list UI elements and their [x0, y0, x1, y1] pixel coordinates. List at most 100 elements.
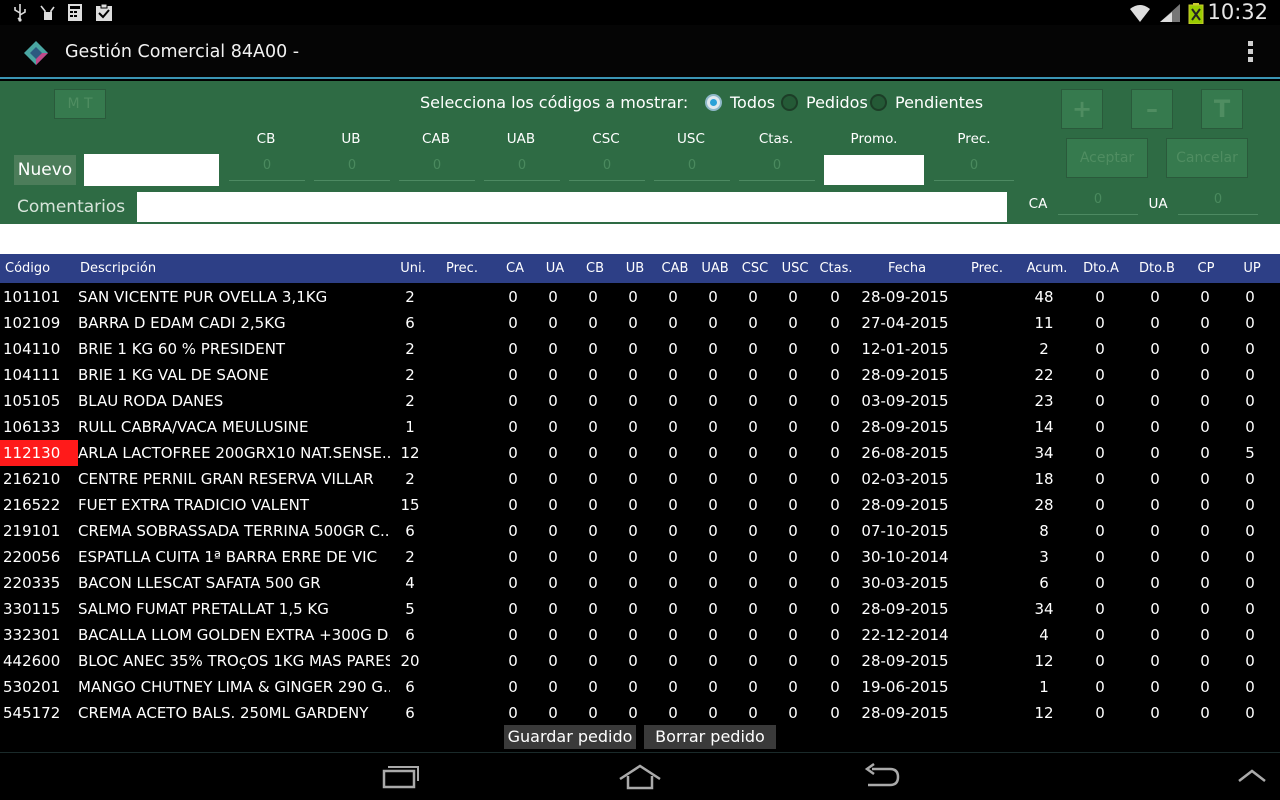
cell-up: 5 — [1245, 444, 1255, 462]
borrar-pedido-button[interactable]: Borrar pedido — [644, 725, 776, 749]
products-table[interactable]: 101101 SAN VICENTE PUR OVELLA 3,1KG 2 0 0 0 0 0… — [0, 284, 1280, 721]
aceptar-button[interactable]: Aceptar — [1066, 138, 1148, 178]
cell-usc: 0 — [788, 678, 798, 696]
table-row[interactable]: 545172 CREMA ACETO BALS. 250ML GARDENY 6 0 0… — [0, 700, 1280, 721]
cell-ua: 0 — [548, 314, 558, 332]
cell-dtob: 0 — [1150, 314, 1160, 332]
column-header[interactable]: Fecha — [870, 254, 944, 283]
cell-desc: CENTRE PERNIL GRAN RESERVA VILLAR — [78, 470, 374, 488]
field-ua-input[interactable]: 0 — [1178, 185, 1258, 215]
column-header[interactable]: UP — [1236, 254, 1268, 283]
cell-cab: 0 — [668, 678, 678, 696]
cell-cab: 0 — [668, 704, 678, 721]
cell-acum: 22 — [1034, 366, 1054, 384]
cell-cp: 0 — [1200, 444, 1210, 462]
column-header[interactable]: USC — [778, 254, 812, 283]
cell-up: 0 — [1245, 288, 1255, 306]
column-header[interactable]: Prec. — [965, 254, 1009, 283]
column-header[interactable]: Ctas. — [816, 254, 856, 283]
radio-todos[interactable]: Todos — [705, 93, 775, 112]
column-header[interactable]: CP — [1190, 254, 1222, 283]
guardar-pedido-button[interactable]: Guardar pedido — [504, 725, 636, 749]
field-cab-input[interactable]: 0 — [399, 151, 475, 181]
cell-dtoa: 0 — [1095, 392, 1105, 410]
mt-button[interactable]: M T — [54, 89, 106, 119]
field-ctas-input[interactable]: 0 — [739, 151, 815, 181]
cell-dtob: 0 — [1150, 340, 1160, 358]
column-header[interactable]: CB — [580, 254, 610, 283]
cell-dtob: 0 — [1150, 704, 1160, 721]
column-header[interactable]: Dto.B — [1134, 254, 1180, 283]
code-input[interactable] — [84, 154, 219, 186]
field-csc-input[interactable]: 0 — [569, 151, 645, 181]
table-row[interactable]: 216210 CENTRE PERNIL GRAN RESERVA VILLAR 2… — [0, 466, 1280, 492]
table-row[interactable]: 220056 ESPATLLA CUITA 1ª BARRA ERRE DE VI… — [0, 544, 1280, 570]
cell-cb: 0 — [588, 678, 598, 696]
chevron-up-icon[interactable] — [1236, 763, 1268, 787]
t-button[interactable]: T — [1201, 89, 1243, 129]
column-header[interactable]: Descripción — [80, 254, 380, 283]
radio-pedidos[interactable]: Pedidos — [781, 93, 868, 112]
table-row[interactable]: 106133 RULL CABRA/VACA MEULUSINE 1 0 0 0 0 0 0 0 0… — [0, 414, 1280, 440]
field-uab-input[interactable]: 0 — [484, 151, 560, 181]
column-header[interactable]: UAB — [698, 254, 732, 283]
cell-ua: 0 — [548, 444, 558, 462]
cell-cab: 0 — [668, 522, 678, 540]
cell-up: 0 — [1245, 314, 1255, 332]
cell-uab: 0 — [708, 704, 718, 721]
table-row[interactable]: 442600 BLOC ANEC 35% TROçOS 1KG MAS PARES… — [0, 648, 1280, 674]
table-row[interactable]: 112130 ARLA LACTOFREE 200GRX10 NAT.SENSE.… — [0, 440, 1280, 466]
table-row[interactable]: 216522 FUET EXTRA TRADICIO VALENT 15 0 0 0 0 0 0… — [0, 492, 1280, 518]
plus-button[interactable]: + — [1061, 89, 1103, 129]
cell-cp: 0 — [1200, 574, 1210, 592]
comentarios-input[interactable] — [137, 192, 1007, 222]
cell-codigo: 530201 — [3, 678, 61, 696]
field-uab-label: UAB — [506, 131, 536, 147]
column-header[interactable]: Prec. — [440, 254, 484, 283]
field-ub-input[interactable]: 0 — [314, 151, 390, 181]
column-header[interactable]: CSC — [738, 254, 772, 283]
column-header[interactable]: UA — [540, 254, 570, 283]
home-icon[interactable] — [617, 763, 663, 791]
cell-usc: 0 — [788, 366, 798, 384]
column-header[interactable]: Código — [5, 254, 75, 283]
cell-codigo: 332301 — [3, 626, 61, 644]
cell-ua: 0 — [548, 678, 558, 696]
cell-ub: 0 — [628, 288, 638, 306]
nuevo-button[interactable]: Nuevo — [14, 155, 76, 185]
table-row[interactable]: 105105 BLAU RODA DANES 2 0 0 0 0 0 0 0 0 0 03-09-201… — [0, 388, 1280, 414]
minus-button[interactable]: – — [1131, 89, 1173, 129]
column-header[interactable]: UB — [620, 254, 650, 283]
table-row[interactable]: 330115 SALMO FUMAT PRETALLAT 1,5 KG 5 0 0 0 0 0… — [0, 596, 1280, 622]
column-header[interactable]: Acum. — [1022, 254, 1072, 283]
back-icon[interactable] — [860, 763, 902, 791]
table-row[interactable]: 530201 MANGO CHUTNEY LIMA & GINGER 290 G.… — [0, 674, 1280, 700]
table-row[interactable]: 332301 BACALLA LLOM GOLDEN EXTRA +300G D.… — [0, 622, 1280, 648]
column-header[interactable]: Dto.A — [1080, 254, 1122, 283]
table-row[interactable]: 102109 BARRA D EDAM CADI 2,5KG 6 0 0 0 0 0 0 0 0 0 2… — [0, 310, 1280, 336]
cell-acum: 2 — [1039, 340, 1049, 358]
table-row[interactable]: 220335 BACON LLESCAT SAFATA 500 GR 4 0 0 0 0 0 0… — [0, 570, 1280, 596]
cell-codigo: 104110 — [3, 340, 61, 358]
column-header[interactable]: CA — [500, 254, 530, 283]
field-prec-input[interactable]: 0 — [934, 151, 1014, 181]
field-promo-input[interactable] — [824, 155, 924, 185]
table-row[interactable]: 104110 BRIE 1 KG 60 % PRESIDENT 2 0 0 0 0 0 0 0 0 0… — [0, 336, 1280, 362]
table-row[interactable]: 101101 SAN VICENTE PUR OVELLA 3,1KG 2 0 0 0 0 0… — [0, 284, 1280, 310]
cell-codigo: 112130 — [0, 440, 78, 466]
cell-cab: 0 — [668, 496, 678, 514]
column-header[interactable]: CAB — [658, 254, 692, 283]
table-row[interactable]: 219101 CREMA SOBRASSADA TERRINA 500GR C..… — [0, 518, 1280, 544]
overflow-menu-icon[interactable] — [1246, 41, 1254, 65]
table-row[interactable]: 104111 BRIE 1 KG VAL DE SAONE 2 0 0 0 0 0 0 0 0 0 28… — [0, 362, 1280, 388]
radio-pendientes[interactable]: Pendientes — [870, 93, 983, 112]
field-usc-input[interactable]: 0 — [654, 151, 730, 181]
column-header[interactable]: Uni. — [393, 254, 433, 283]
cell-dtob: 0 — [1150, 496, 1160, 514]
field-ca-input[interactable]: 0 — [1058, 185, 1138, 215]
recent-apps-icon[interactable] — [380, 763, 420, 791]
field-cb-input[interactable]: 0 — [229, 151, 305, 181]
cancelar-button[interactable]: Cancelar — [1166, 138, 1248, 178]
cell-desc: CREMA SOBRASSADA TERRINA 500GR C... — [78, 522, 390, 540]
cell-csc: 0 — [748, 574, 758, 592]
